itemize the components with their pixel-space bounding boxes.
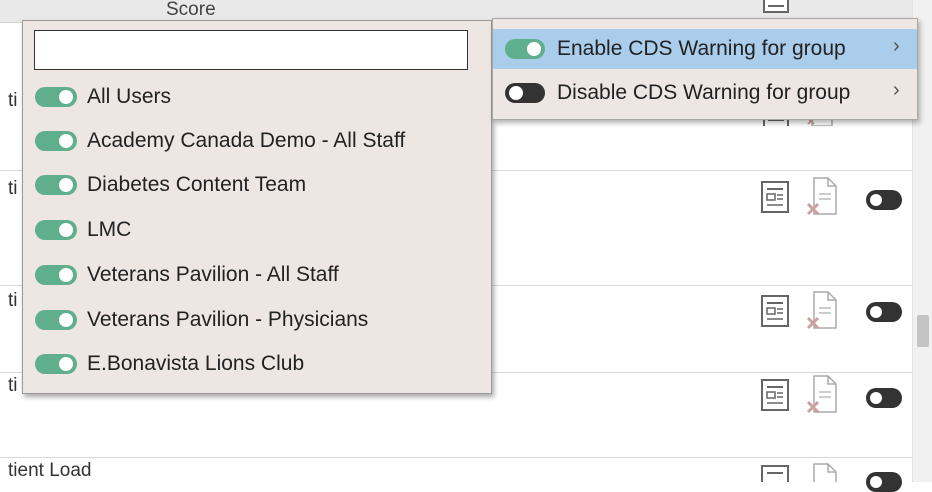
row-label: ti xyxy=(8,178,18,199)
row-label: ti xyxy=(8,90,18,111)
report-icon[interactable] xyxy=(760,378,790,412)
report-icon[interactable] xyxy=(760,294,790,328)
group-label: Veterans Pavilion - Physicians xyxy=(87,308,369,331)
toggle-on-icon[interactable] xyxy=(35,310,77,330)
row-label: ti xyxy=(8,290,18,311)
group-item-academy-canada-demo[interactable]: Academy Canada Demo - All Staff xyxy=(35,127,475,157)
group-label: Diabetes Content Team xyxy=(87,173,307,196)
group-item-all-users[interactable]: All Users xyxy=(35,83,475,113)
group-item-veterans-pavilion-physicians[interactable]: Veterans Pavilion - Physicians xyxy=(35,306,475,336)
toggle-on-icon[interactable] xyxy=(35,265,77,285)
toggle-on-icon[interactable] xyxy=(35,354,77,374)
remove-document-icon[interactable] xyxy=(804,374,838,418)
report-icon[interactable] xyxy=(760,180,790,214)
enable-cds-warning-item[interactable]: Enable CDS Warning for group › xyxy=(493,29,917,69)
chevron-right-icon: › xyxy=(893,79,900,101)
group-search-input[interactable] xyxy=(34,30,468,70)
group-item-diabetes-content-team[interactable]: Diabetes Content Team xyxy=(35,171,475,201)
disable-cds-warning-item[interactable]: Disable CDS Warning for group › xyxy=(493,73,917,113)
scrollbar-thumb[interactable] xyxy=(917,315,929,347)
remove-document-icon[interactable] xyxy=(804,462,838,482)
group-label: E.Bonavista Lions Club xyxy=(87,352,305,375)
remove-document-icon[interactable] xyxy=(804,176,838,220)
toggle-icon[interactable] xyxy=(866,190,902,210)
toggle-on-icon xyxy=(505,39,545,59)
group-label: Veterans Pavilion - All Staff xyxy=(87,263,339,286)
chevron-right-icon: › xyxy=(893,35,900,57)
toggle-icon[interactable] xyxy=(866,472,902,492)
toggle-on-icon[interactable] xyxy=(35,131,77,151)
toggle-on-icon[interactable] xyxy=(35,175,77,195)
group-item-lmc[interactable]: LMC xyxy=(35,216,475,246)
group-label: LMC xyxy=(87,218,132,241)
group-item-veterans-pavilion-all-staff[interactable]: Veterans Pavilion - All Staff xyxy=(35,261,475,291)
group-label: Academy Canada Demo - All Staff xyxy=(87,129,406,152)
group-menu: All Users Academy Canada Demo - All Staf… xyxy=(22,20,492,394)
report-icon[interactable] xyxy=(760,464,790,482)
row-label: ti xyxy=(8,375,18,396)
row-label: tient Load xyxy=(8,460,92,481)
group-label: All Users xyxy=(87,85,172,108)
report-icon[interactable] xyxy=(762,0,790,14)
toggle-off-icon xyxy=(505,83,545,103)
cds-warning-menu: Enable CDS Warning for group › Disable C… xyxy=(492,18,918,120)
menu-item-label: Enable CDS Warning for group xyxy=(557,37,846,60)
toggle-icon[interactable] xyxy=(866,302,902,322)
score-column-header: Score xyxy=(166,0,216,20)
remove-document-icon[interactable] xyxy=(804,290,838,334)
row-divider xyxy=(0,457,912,458)
toggle-icon[interactable] xyxy=(866,388,902,408)
toggle-on-icon[interactable] xyxy=(35,220,77,240)
toggle-on-icon[interactable] xyxy=(35,87,77,107)
group-item-e-bonavista-lions-club[interactable]: E.Bonavista Lions Club xyxy=(35,350,475,380)
menu-item-label: Disable CDS Warning for group xyxy=(557,81,851,104)
